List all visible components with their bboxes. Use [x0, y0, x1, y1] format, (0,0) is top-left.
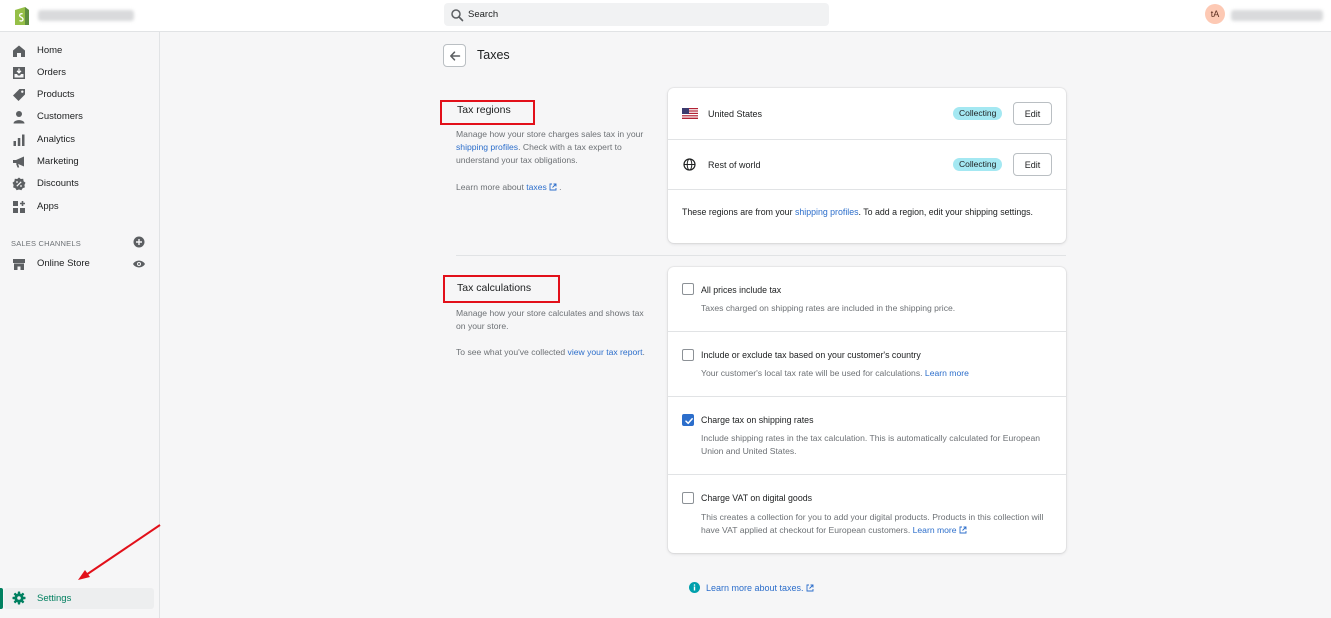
eye-icon[interactable] [132, 257, 146, 271]
store-name[interactable] [38, 10, 134, 21]
store-icon [13, 259, 25, 270]
tax-regions-title: Tax regions [457, 104, 511, 116]
charge-vat-digital-goods-checkbox[interactable] [682, 492, 694, 504]
tax-regions-description: Manage how your store charges sales tax … [456, 129, 644, 165]
tax-calculations-card: All prices include tax Taxes charged on … [668, 267, 1066, 553]
sidebar: Home Orders Products Customers Analytics… [0, 32, 160, 618]
view-tax-report-link[interactable]: view your tax report [568, 347, 643, 357]
country-based-tax-checkbox[interactable] [682, 349, 694, 361]
sidebar-item-customers[interactable]: Customers [0, 107, 160, 127]
taxes-link[interactable]: taxes [526, 182, 547, 192]
sidebar-item-label: Settings [37, 593, 72, 604]
status-badge: Collecting [953, 158, 1003, 171]
arrow-left-icon [450, 51, 461, 61]
orders-icon [13, 67, 25, 79]
info-icon [689, 582, 700, 593]
tax-calculations-description: Manage how your store calculates and sho… [456, 308, 644, 331]
sidebar-item-marketing[interactable]: Marketing [0, 152, 160, 172]
shopify-logo-icon[interactable] [12, 5, 32, 27]
region-row-united-states: United States Collecting Edit [668, 88, 1066, 138]
status-badge: Collecting [953, 107, 1003, 120]
sidebar-item-analytics[interactable]: Analytics [0, 130, 160, 150]
option-all-prices-include-tax: All prices include tax Taxes charged on … [668, 267, 1066, 331]
active-indicator [0, 588, 3, 609]
apps-icon [13, 201, 25, 213]
add-sales-channel-icon[interactable] [133, 236, 145, 248]
tax-report-text: To see what you've collected view your t… [456, 347, 645, 357]
sidebar-item-label: Marketing [37, 156, 79, 167]
external-link-icon [806, 584, 814, 592]
edit-button[interactable]: Edit [1013, 102, 1052, 125]
discount-icon [12, 177, 26, 191]
external-link-icon [959, 526, 967, 534]
sidebar-item-label: Online Store [37, 258, 90, 269]
tag-icon [13, 89, 25, 101]
shipping-profiles-link[interactable]: shipping profiles [795, 207, 859, 217]
top-bar: tA [0, 0, 1331, 32]
sidebar-item-label: Customers [37, 111, 83, 122]
gear-icon [12, 591, 26, 605]
sidebar-item-label: Home [37, 45, 63, 56]
account-name[interactable] [1231, 10, 1323, 21]
region-row-rest-of-world: Rest of world Collecting Edit [668, 140, 1066, 190]
sidebar-item-label: Discounts [37, 178, 79, 189]
option-label: Include or exclude tax based on your cus… [701, 350, 921, 360]
search-input[interactable] [468, 7, 818, 22]
option-help: Taxes charged on shipping rates are incl… [701, 303, 956, 313]
learn-more-taxes-link[interactable]: Learn more about taxes. [706, 583, 814, 593]
section-divider [456, 255, 1066, 256]
back-button[interactable] [443, 44, 466, 67]
globe-icon [683, 158, 696, 171]
us-flag-icon [682, 108, 698, 119]
charge-tax-on-shipping-checkbox[interactable] [682, 414, 694, 426]
sidebar-item-label: Products [37, 89, 75, 100]
option-charge-vat-digital-goods: Charge VAT on digital goods This creates… [668, 475, 1066, 553]
option-label: All prices include tax [701, 285, 782, 295]
learn-more-link[interactable]: Learn more [925, 368, 969, 378]
all-prices-include-tax-checkbox[interactable] [682, 283, 694, 295]
annotation-arrow [78, 524, 161, 580]
learn-more-taxes: Learn more about taxes . [456, 182, 562, 192]
avatar[interactable]: tA [1205, 4, 1225, 24]
region-name: Rest of world [708, 160, 761, 170]
external-link-icon [549, 183, 557, 191]
tax-regions-card: United States Collecting Edit Rest of wo… [668, 88, 1066, 243]
divider [668, 189, 1066, 190]
sidebar-item-apps[interactable]: Apps [0, 197, 160, 217]
sidebar-item-discounts[interactable]: Discounts [0, 174, 160, 194]
sales-channels-heading: SALES CHANNELS [11, 239, 81, 248]
sidebar-item-home[interactable]: Home [0, 41, 160, 61]
bar-chart-icon [13, 134, 25, 146]
sidebar-item-label: Orders [37, 67, 67, 78]
sidebar-item-orders[interactable]: Orders [0, 63, 160, 83]
option-include-exclude-tax-by-country: Include or exclude tax based on your cus… [668, 332, 1066, 396]
page-title: Taxes [477, 48, 510, 62]
sidebar-item-label: Analytics [37, 134, 76, 145]
region-name: United States [708, 109, 763, 119]
option-help: This creates a collection for you to add… [701, 512, 1044, 535]
sidebar-item-settings[interactable]: Settings [0, 588, 154, 609]
option-label: Charge tax on shipping rates [701, 415, 814, 425]
shipping-profiles-link[interactable]: shipping profiles [456, 142, 518, 152]
person-icon [13, 111, 25, 124]
option-label: Charge VAT on digital goods [701, 493, 813, 503]
learn-more-link[interactable]: Learn more [913, 525, 957, 535]
option-help: Your customer's local tax rate will be u… [701, 368, 969, 378]
regions-footer-text: These regions are from your shipping pro… [682, 207, 1033, 217]
edit-button[interactable]: Edit [1013, 153, 1052, 176]
search-bar[interactable] [444, 3, 829, 26]
tax-calculations-title: Tax calculations [457, 282, 532, 294]
sidebar-item-products[interactable]: Products [0, 85, 160, 105]
home-icon [13, 45, 25, 57]
checkmark-icon [685, 418, 693, 425]
megaphone-icon [13, 156, 24, 168]
sidebar-item-label: Apps [37, 201, 59, 212]
search-icon [451, 9, 464, 22]
option-charge-tax-on-shipping: Charge tax on shipping rates Include shi… [668, 397, 1066, 474]
option-help: Include shipping rates in the tax calcul… [701, 433, 1041, 456]
